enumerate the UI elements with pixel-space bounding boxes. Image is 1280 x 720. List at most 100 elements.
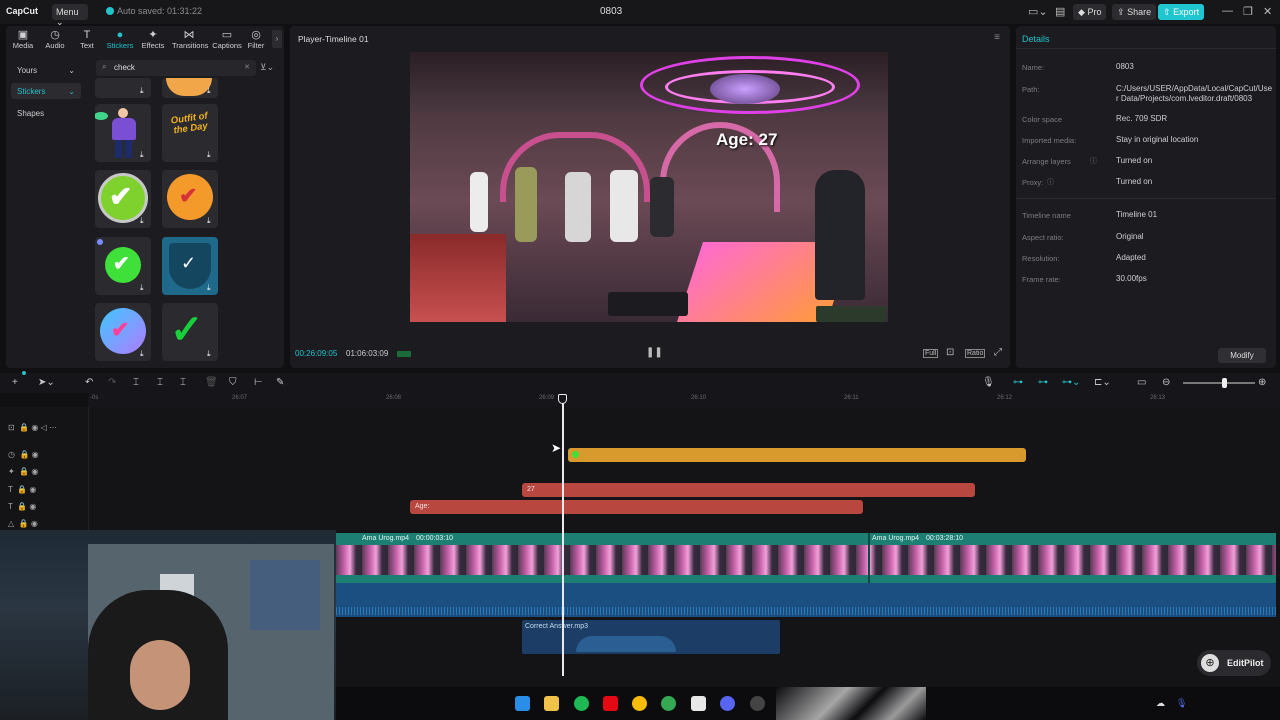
freeze-icon[interactable]: ⊢ (254, 377, 263, 388)
tab-effects[interactable]: ✦ Effects (136, 29, 170, 50)
lock-icon[interactable]: 🔒 (17, 485, 27, 494)
linkage-icon[interactable]: ⊶⌄ (1062, 377, 1080, 388)
close-icon[interactable]: ✕ (1263, 5, 1272, 18)
video-preview[interactable]: Age: 27 (410, 52, 888, 322)
sticker-green-tick[interactable]: ✓ ⤓ (162, 303, 218, 361)
add-icon[interactable]: + (12, 377, 18, 388)
sticker-partial-orange-2[interactable]: ⤓ (162, 78, 218, 98)
eye-icon[interactable]: ◉ (31, 467, 38, 476)
export-button[interactable]: ⇧ Export (1158, 4, 1205, 20)
netflix-icon[interactable] (603, 696, 618, 711)
eye-icon[interactable]: ◉ (31, 423, 38, 432)
eye-icon[interactable]: ◉ (31, 519, 38, 528)
filter-sort-icon[interactable]: ⊻⌄ (260, 62, 274, 73)
preview-axis-icon[interactable]: ⊏⌄ (1094, 377, 1111, 388)
category-shapes[interactable]: Shapes (11, 105, 81, 121)
zoom-out-icon[interactable]: ⊖ (1162, 377, 1170, 388)
windows-start-icon[interactable] (515, 696, 530, 711)
clear-icon[interactable]: ✕ (244, 63, 250, 71)
category-stickers[interactable]: Stickers ⌄ (11, 83, 81, 99)
layout-icon[interactable]: ▭⌄ (1028, 5, 1048, 18)
microphone-icon[interactable]: 🎙 (982, 377, 995, 388)
capcut-taskbar-icon[interactable] (691, 696, 706, 711)
mute-icon[interactable]: ◁ (41, 423, 47, 432)
tab-stickers[interactable]: ● Stickers (103, 29, 137, 50)
discord-icon[interactable] (720, 696, 735, 711)
tray-icon[interactable]: ☁ (1156, 698, 1166, 708)
sticker-search-input[interactable]: ⌕ check ✕ (96, 60, 256, 76)
undo-icon[interactable]: ↶ (85, 377, 93, 388)
cover-icon[interactable]: ⊡ (8, 423, 15, 432)
pause-icon[interactable]: ❚❚ (646, 347, 663, 358)
lock-icon[interactable]: 🔒 (17, 502, 27, 511)
split-icon[interactable]: ⌶ (133, 377, 139, 388)
app-icon[interactable] (750, 696, 765, 711)
mic-tray-icon[interactable]: 🎙 (1176, 698, 1187, 708)
zoom-in-icon[interactable]: ⊕ (1258, 377, 1266, 388)
lock-icon[interactable]: 🔒 (19, 519, 29, 528)
split-left-icon[interactable]: ⌶ (157, 377, 163, 388)
share-button[interactable]: ⇪ Share (1112, 4, 1157, 20)
lock-icon[interactable]: 🔒 (19, 423, 29, 432)
playhead-handle[interactable] (558, 394, 567, 404)
lock-icon[interactable]: 🔒 (19, 450, 29, 459)
link-main-track-icon[interactable]: ⊶ (1013, 377, 1023, 388)
chrome-icon[interactable] (632, 696, 647, 711)
tabs-scroll-right-icon[interactable]: › (272, 30, 282, 48)
full-button[interactable]: Full (923, 349, 939, 358)
menu-button[interactable]: Menu ⌄ (52, 4, 88, 27)
sticker-clip[interactable] (568, 448, 1026, 462)
category-yours[interactable]: Yours ⌄ (11, 62, 81, 78)
playhead[interactable] (562, 396, 564, 676)
tab-transitions[interactable]: ⋈ Transitions (172, 29, 208, 50)
editpilot-button[interactable]: ⊕ EditPilot (1197, 650, 1271, 676)
main-video-clip[interactable]: Ama Urog.mp4 00:00:03:10 Ama Urog.mp4 00… (336, 533, 1276, 583)
correct-answer-audio-clip[interactable]: Correct Answer.mp3 (522, 620, 780, 654)
tab-media[interactable]: ▣ Media (6, 29, 40, 50)
text-clip-age[interactable]: Age: (410, 500, 863, 514)
sticker-orange-check[interactable]: ✔ ⤓ (162, 170, 218, 228)
lock-icon[interactable]: 🔒 (19, 467, 29, 476)
tab-filter[interactable]: ◎ Filter (242, 29, 270, 50)
tab-captions[interactable]: ▭ Captions (210, 29, 244, 50)
modify-button[interactable]: Modify (1218, 348, 1266, 363)
minimize-icon[interactable]: — (1222, 5, 1233, 17)
info-icon[interactable]: ⓘ (1047, 177, 1054, 187)
zoom-slider-handle[interactable] (1222, 378, 1227, 388)
eye-icon[interactable]: ◉ (32, 450, 39, 459)
text-clip-27[interactable]: 27 (522, 483, 975, 497)
sticker-gradient-check[interactable]: ✔ ⤓ (95, 303, 151, 361)
main-audio-waveform[interactable] (336, 583, 1276, 617)
more-icon[interactable]: ⋯ (49, 423, 57, 432)
chrome-profile-icon[interactable] (661, 696, 676, 711)
shortcuts-icon[interactable]: ▤ (1055, 5, 1065, 18)
eye-icon[interactable]: ◉ (29, 502, 36, 511)
redo-icon[interactable]: ↷ (108, 377, 116, 388)
pro-button[interactable]: ◆ Pro (1073, 4, 1107, 20)
sticker-shield-check[interactable]: ✓ ⤓ (162, 237, 218, 295)
sticker-person-check[interactable]: ⤓ (95, 104, 151, 162)
sticker-partial-orange[interactable]: ⤓ (95, 78, 151, 98)
info-icon[interactable]: ⓘ (1090, 156, 1097, 166)
restore-icon[interactable]: ❐ (1243, 5, 1253, 18)
caption-icon[interactable]: ▭ (1137, 377, 1146, 388)
marker-icon[interactable]: ⛉ (229, 377, 237, 388)
player-menu-icon[interactable]: ≡ (994, 32, 1000, 43)
timeline-ruler[interactable]: -0s 26:07 26:08 26:09 26:10 26:11 26:12 … (88, 393, 1280, 407)
spotify-icon[interactable] (574, 696, 589, 711)
select-tool-icon[interactable]: ➤⌄ (38, 377, 55, 388)
delete-icon[interactable]: 🗑 (205, 377, 218, 388)
tab-text[interactable]: T Text (70, 29, 104, 50)
sticker-green-check-round[interactable]: ✔ ⤓ (95, 170, 151, 228)
snapshot-icon[interactable]: ⊡ (946, 347, 954, 358)
edit-icon[interactable]: ✎ (276, 377, 284, 388)
ratio-button[interactable]: Ratio (965, 349, 986, 358)
zoom-slider[interactable] (1183, 382, 1255, 384)
fullscreen-icon[interactable]: ⤢ (994, 347, 1002, 358)
sticker-green-check-circle[interactable]: ✔ ⤓ (95, 237, 151, 295)
tab-audio[interactable]: ◷ Audio (38, 29, 72, 50)
file-explorer-icon[interactable] (544, 696, 559, 711)
split-right-icon[interactable]: ⌶ (180, 377, 186, 388)
magnet-icon[interactable]: ⊶ (1038, 377, 1048, 388)
sticker-outfit-of-the-day[interactable]: Outfit of the Day ⤓ (162, 104, 218, 162)
